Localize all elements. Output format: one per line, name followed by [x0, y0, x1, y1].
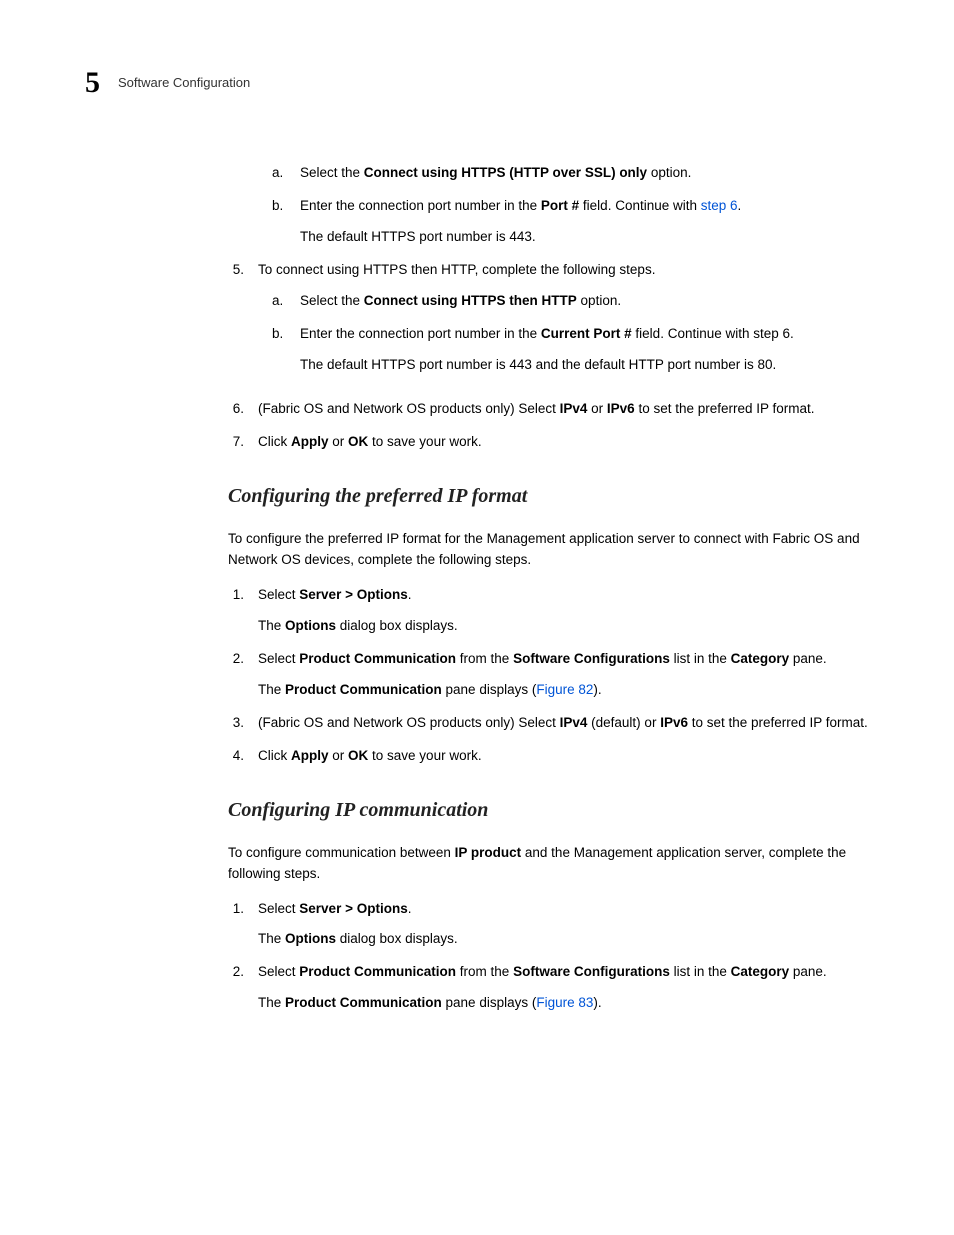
heading-preferred-ip: Configuring the preferred IP format — [228, 481, 869, 511]
list-item: 5. To connect using HTTPS then HTTP, com… — [228, 260, 869, 388]
extra-text: The Product Communication pane displays … — [258, 680, 869, 701]
page-header: 5 Software Configuration — [85, 60, 869, 105]
list-marker: 4. — [228, 746, 244, 767]
numbered-list: 1. Select Server > Options. The Options … — [228, 585, 869, 767]
list-marker: 6. — [228, 399, 244, 420]
list-body: Select the Connect using HTTPS then HTTP… — [300, 291, 869, 312]
list-item: a. Select the Connect using HTTPS (HTTP … — [272, 163, 869, 184]
extra-text: The Options dialog box displays. — [258, 929, 869, 950]
list-marker: b. — [272, 324, 286, 376]
list-marker: 2. — [228, 649, 244, 701]
numbered-list: 1. Select Server > Options. The Options … — [228, 899, 869, 1015]
list-item: a. Select the Connect using HTTPS then H… — [272, 291, 869, 312]
list-marker: 7. — [228, 432, 244, 453]
list-marker: 1. — [228, 585, 244, 637]
list-item: 6. (Fabric OS and Network OS products on… — [228, 399, 869, 420]
sub-list: a. Select the Connect using HTTPS then H… — [272, 291, 869, 376]
list-marker: 2. — [228, 962, 244, 1014]
section-title: Software Configuration — [118, 73, 250, 93]
list-body: Click Apply or OK to save your work. — [258, 432, 869, 453]
extra-text: The Options dialog box displays. — [258, 616, 869, 637]
numbered-list: 5. To connect using HTTPS then HTTP, com… — [228, 260, 869, 454]
intro-paragraph: To configure the preferred IP format for… — [228, 529, 869, 571]
list-item: 1. Select Server > Options. The Options … — [228, 899, 869, 951]
list-body: Enter the connection port number in the … — [300, 196, 869, 248]
list-item: 3. (Fabric OS and Network OS products on… — [228, 713, 869, 734]
list-marker: 5. — [228, 260, 244, 388]
list-item: 7. Click Apply or OK to save your work. — [228, 432, 869, 453]
list-body: Click Apply or OK to save your work. — [258, 746, 869, 767]
extra-text: The Product Communication pane displays … — [258, 993, 869, 1014]
list-body: Select Server > Options. The Options dia… — [258, 585, 869, 637]
list-item: 1. Select Server > Options. The Options … — [228, 585, 869, 637]
list-marker: b. — [272, 196, 286, 248]
list-item: 4. Click Apply or OK to save your work. — [228, 746, 869, 767]
intro-paragraph: To configure communication between IP pr… — [228, 843, 869, 885]
list-body: (Fabric OS and Network OS products only)… — [258, 713, 869, 734]
link-figure82[interactable]: Figure 82 — [536, 682, 593, 697]
list-body: Select the Connect using HTTPS (HTTP ove… — [300, 163, 869, 184]
sub-list: a. Select the Connect using HTTPS (HTTP … — [272, 163, 869, 248]
list-body: Enter the connection port number in the … — [300, 324, 869, 376]
list-marker: a. — [272, 291, 286, 312]
extra-text: The default HTTPS port number is 443 and… — [300, 355, 869, 376]
heading-ip-communication: Configuring IP communication — [228, 795, 869, 825]
list-body: Select Product Communication from the So… — [258, 649, 869, 701]
list-item: b. Enter the connection port number in t… — [272, 324, 869, 376]
list-body: Select Product Communication from the So… — [258, 962, 869, 1014]
list-body: (Fabric OS and Network OS products only)… — [258, 399, 869, 420]
list-item: b. Enter the connection port number in t… — [272, 196, 869, 248]
list-marker: 1. — [228, 899, 244, 951]
list-marker: 3. — [228, 713, 244, 734]
list-item: 2. Select Product Communication from the… — [228, 649, 869, 701]
link-figure83[interactable]: Figure 83 — [536, 995, 593, 1010]
list-body: Select Server > Options. The Options dia… — [258, 899, 869, 951]
link-step6[interactable]: step 6 — [701, 198, 738, 213]
list-body: To connect using HTTPS then HTTP, comple… — [258, 260, 869, 388]
chapter-number: 5 — [85, 60, 100, 105]
extra-text: The default HTTPS port number is 443. — [300, 227, 869, 248]
list-marker: a. — [272, 163, 286, 184]
list-item: 2. Select Product Communication from the… — [228, 962, 869, 1014]
page-content: a. Select the Connect using HTTPS (HTTP … — [228, 163, 869, 1014]
